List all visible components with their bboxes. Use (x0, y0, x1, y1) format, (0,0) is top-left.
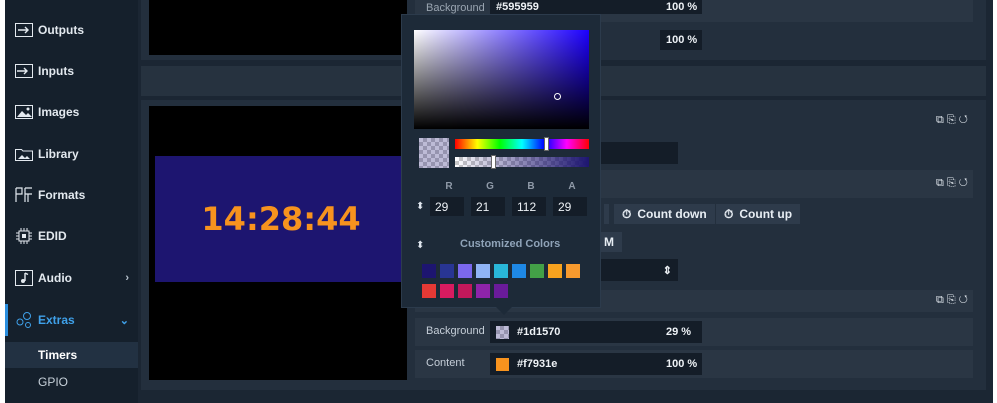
name-field[interactable] (598, 142, 678, 164)
select-arrows-icon: ⇕ (662, 264, 672, 277)
top-background-color-field[interactable]: #595959 (490, 0, 660, 14)
color-preview (419, 138, 449, 168)
color-swatch[interactable] (494, 264, 508, 278)
sidebar-item-label: EDID (38, 229, 67, 243)
sidebar-item-label: Extras (38, 313, 75, 327)
alpha-slider[interactable] (455, 155, 589, 169)
row-actions-1[interactable]: ⧉⎘↺ (936, 114, 971, 127)
sidebar-item-outputs[interactable]: Outputs (5, 10, 138, 50)
image-icon (14, 103, 34, 121)
hue-slider[interactable] (455, 137, 589, 151)
sidebar-subitem-gpio[interactable]: GPIO (5, 369, 138, 395)
top-preview (149, 0, 407, 55)
color-swatch[interactable] (440, 284, 454, 298)
sidebar-item-label: Inputs (38, 64, 74, 78)
background-color-swatch[interactable] (496, 325, 509, 339)
background-label: Background (426, 325, 485, 337)
saturation-value-area[interactable] (414, 30, 589, 129)
top-background-label: Background (426, 2, 485, 14)
format-toggle-icon[interactable]: ⬍ (416, 201, 424, 212)
sidebar-item-label: Outputs (38, 23, 84, 37)
sidebar-item-audio[interactable]: Audio › (5, 258, 138, 298)
content-color-swatch[interactable] (496, 357, 509, 371)
content-label: Content (426, 357, 465, 369)
sidebar-item-inputs[interactable]: Inputs (5, 51, 138, 91)
chip-icon (14, 227, 34, 245)
sidebar: Outputs Inputs Images Library Formats ED… (5, 0, 138, 403)
sidebar-item-library[interactable]: Library (5, 134, 138, 174)
color-picker-popover: R G B A ⬍ 29 21 112 29 ⬍ Customized Colo… (401, 14, 601, 315)
row-actions-3[interactable]: ⧉⎘↺ (936, 294, 971, 307)
count-down-button[interactable]: ⏱ Count down (614, 204, 715, 224)
content-percent-field[interactable]: 100 % (660, 353, 702, 375)
stopwatch-down-icon: ⏱ (622, 206, 632, 221)
sidebar-item-label: Formats (38, 188, 86, 202)
top-content-percent-field[interactable]: 100 % (660, 30, 702, 50)
background-percent-field[interactable]: 29 % (660, 321, 702, 343)
chevron-down-icon: ⌄ (119, 314, 129, 327)
sidebar-item-edid[interactable]: EDID (5, 216, 138, 256)
label-g: G (486, 181, 494, 192)
customized-colors-title: Customized Colors (460, 238, 561, 250)
mode-edge (604, 204, 609, 224)
color-swatch[interactable] (530, 264, 544, 278)
select-field[interactable]: ⇕ (598, 259, 678, 281)
color-swatch[interactable] (458, 264, 472, 278)
color-swatch[interactable] (512, 264, 526, 278)
stopwatch-up-icon: ⏱ (724, 206, 734, 221)
content-color-field[interactable]: #f7931e (490, 353, 660, 375)
color-swatch[interactable] (422, 264, 436, 278)
row-actions-2[interactable]: ⧉⎘↺ (936, 177, 971, 190)
sidebar-subitem-timers[interactable]: Timers (5, 342, 138, 368)
sv-handle[interactable] (554, 93, 561, 100)
format-toggle[interactable]: M (600, 232, 622, 252)
folder-image-icon (14, 145, 34, 163)
timer-display: 14:28:44 (201, 200, 361, 238)
color-swatch[interactable] (440, 264, 454, 278)
sidebar-item-extras[interactable]: Extras ⌄ (5, 300, 138, 340)
audio-icon (14, 269, 34, 287)
sidebar-item-formats[interactable]: Formats (5, 175, 138, 215)
background-color-field[interactable]: #1d1570 (490, 321, 660, 343)
right-edge (993, 0, 997, 403)
label-r: R (445, 181, 453, 192)
alpha-handle[interactable] (491, 155, 496, 169)
sidebar-item-label: Images (38, 105, 80, 119)
output-arrow-icon (14, 21, 34, 39)
color-swatch[interactable] (494, 284, 508, 298)
sidebar-item-images[interactable]: Images (5, 92, 138, 132)
label-b: B (527, 181, 535, 192)
formats-icon (14, 186, 34, 204)
b-input[interactable]: 112 (512, 197, 546, 216)
r-input[interactable]: 29 (430, 197, 464, 216)
color-swatch[interactable] (566, 264, 580, 278)
color-swatch[interactable] (548, 264, 562, 278)
hue-handle[interactable] (544, 137, 549, 151)
color-swatch[interactable] (476, 284, 490, 298)
sidebar-item-label: Audio (38, 271, 72, 285)
color-swatch[interactable] (422, 284, 436, 298)
a-input[interactable]: 29 (553, 197, 587, 216)
g-input[interactable]: 21 (471, 197, 505, 216)
timer-display-box: 14:28:44 (155, 156, 407, 282)
color-swatch[interactable] (458, 284, 472, 298)
sidebar-item-label: Library (38, 147, 79, 161)
input-arrow-icon (14, 62, 34, 80)
custom-colors-toggle-icon[interactable]: ⬍ (416, 240, 424, 251)
count-up-button[interactable]: ⏱ Count up (716, 204, 801, 224)
top-background-percent-field[interactable]: 100 % (660, 0, 702, 14)
label-a: A (568, 181, 576, 192)
color-swatch[interactable] (476, 264, 490, 278)
chevron-right-icon: › (125, 272, 129, 284)
nodes-icon (14, 311, 34, 329)
